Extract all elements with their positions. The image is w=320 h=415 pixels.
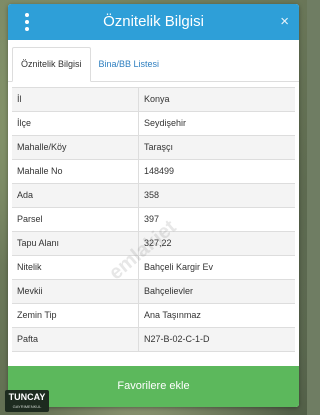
attribute-label: Parsel bbox=[12, 208, 139, 231]
logo-subtitle: GAYRIMENKUL bbox=[12, 404, 42, 409]
table-row: Mevkii Bahçelievler bbox=[12, 280, 295, 304]
tab-bar: Öznitelik Bilgisi Bina/BB Listesi bbox=[8, 47, 299, 82]
brand-logo: TUNCAY GAYRIMENKUL bbox=[5, 390, 49, 412]
attribute-value: Konya bbox=[144, 94, 170, 104]
table-row: Nitelik Bahçeli Kargir Ev bbox=[12, 256, 295, 280]
add-to-favorites-button[interactable]: Favorilere ekle bbox=[8, 366, 299, 407]
table-row: İlçe Seydişehir bbox=[12, 112, 295, 136]
table-row: Zemin Tip Ana Taşınmaz bbox=[12, 304, 295, 328]
attribute-value: Taraşçı bbox=[144, 142, 174, 152]
attribute-value: 148499 bbox=[144, 166, 175, 176]
attribute-label: Mahalle No bbox=[12, 160, 139, 183]
attribute-info-modal: Öznitelik Bilgisi × Öznitelik Bilgisi Bi… bbox=[8, 4, 299, 407]
table-row: Mahalle/Köy Taraşçı bbox=[12, 136, 295, 160]
modal-header: Öznitelik Bilgisi × bbox=[8, 4, 299, 40]
attribute-value: 358 bbox=[144, 190, 160, 200]
modal-title: Öznitelik Bilgisi bbox=[103, 13, 204, 30]
tab-attribute-info[interactable]: Öznitelik Bilgisi bbox=[12, 47, 91, 82]
attribute-label: İlçe bbox=[12, 112, 139, 135]
attribute-value: Bahçelievler bbox=[144, 286, 194, 296]
attribute-value: Seydişehir bbox=[144, 118, 187, 128]
attribute-value: Ana Taşınmaz bbox=[144, 310, 201, 320]
attribute-label: Pafta bbox=[12, 328, 139, 351]
table-row: Mahalle No 148499 bbox=[12, 160, 295, 184]
attribute-value: Bahçeli Kargir Ev bbox=[144, 262, 214, 272]
close-icon[interactable]: × bbox=[280, 4, 289, 40]
attribute-label: Zemin Tip bbox=[12, 304, 139, 327]
table-row: Ada 358 bbox=[12, 184, 295, 208]
table-row: Pafta N27-B-02-C-1-D bbox=[12, 328, 295, 352]
tab-building-list[interactable]: Bina/BB Listesi bbox=[91, 48, 168, 81]
attribute-label: Tapu Alanı bbox=[12, 232, 139, 255]
attribute-table: İl Konya İlçe Seydişehir Mahalle/Köy Tar… bbox=[12, 87, 295, 352]
attribute-value: N27-B-02-C-1-D bbox=[144, 334, 210, 344]
logo-name: TUNCAY bbox=[8, 392, 46, 402]
table-row: İl Konya bbox=[12, 88, 295, 112]
attribute-label: Mahalle/Köy bbox=[12, 136, 139, 159]
attribute-label: Ada bbox=[12, 184, 139, 207]
attribute-label: İl bbox=[12, 88, 139, 111]
